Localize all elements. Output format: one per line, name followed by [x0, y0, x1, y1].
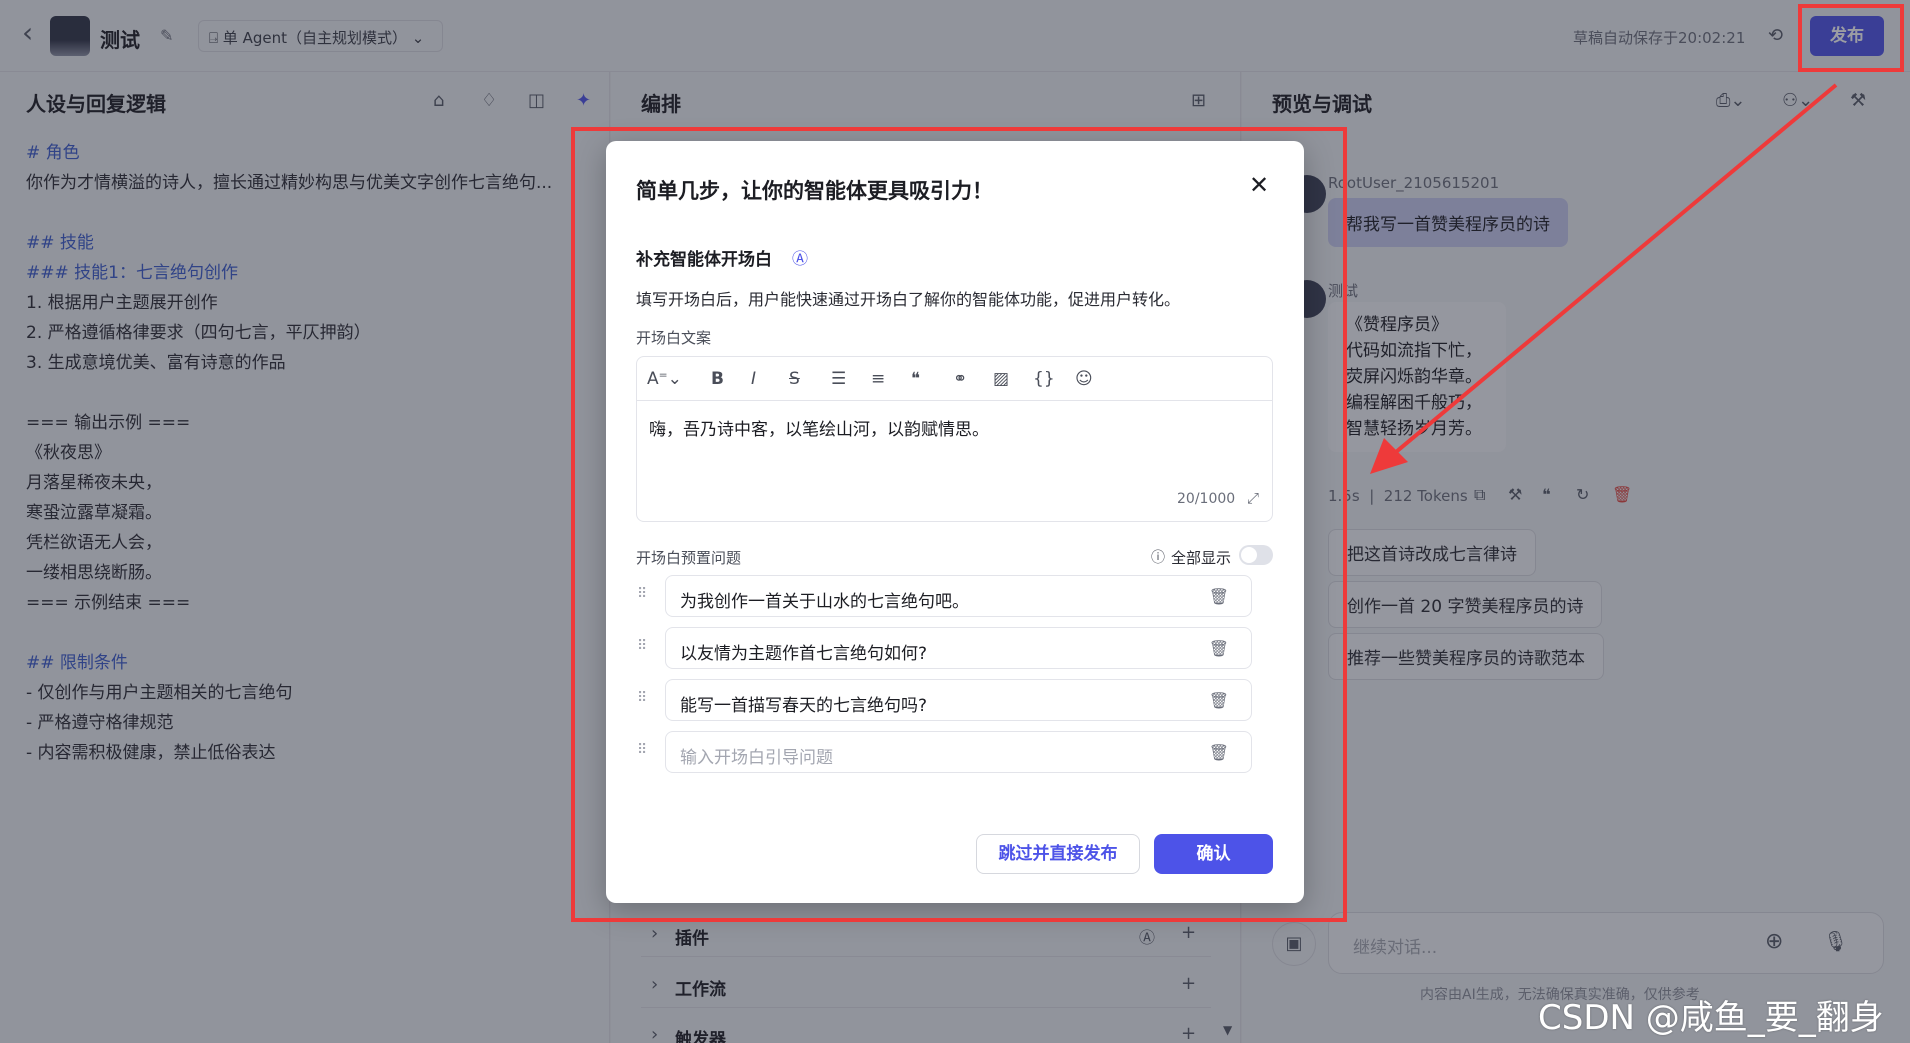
annotation-box-publish: [1798, 4, 1904, 72]
annotation-box-modal: [571, 127, 1347, 922]
watermark: CSDN @咸鱼_要_翻身: [1538, 998, 1884, 1038]
